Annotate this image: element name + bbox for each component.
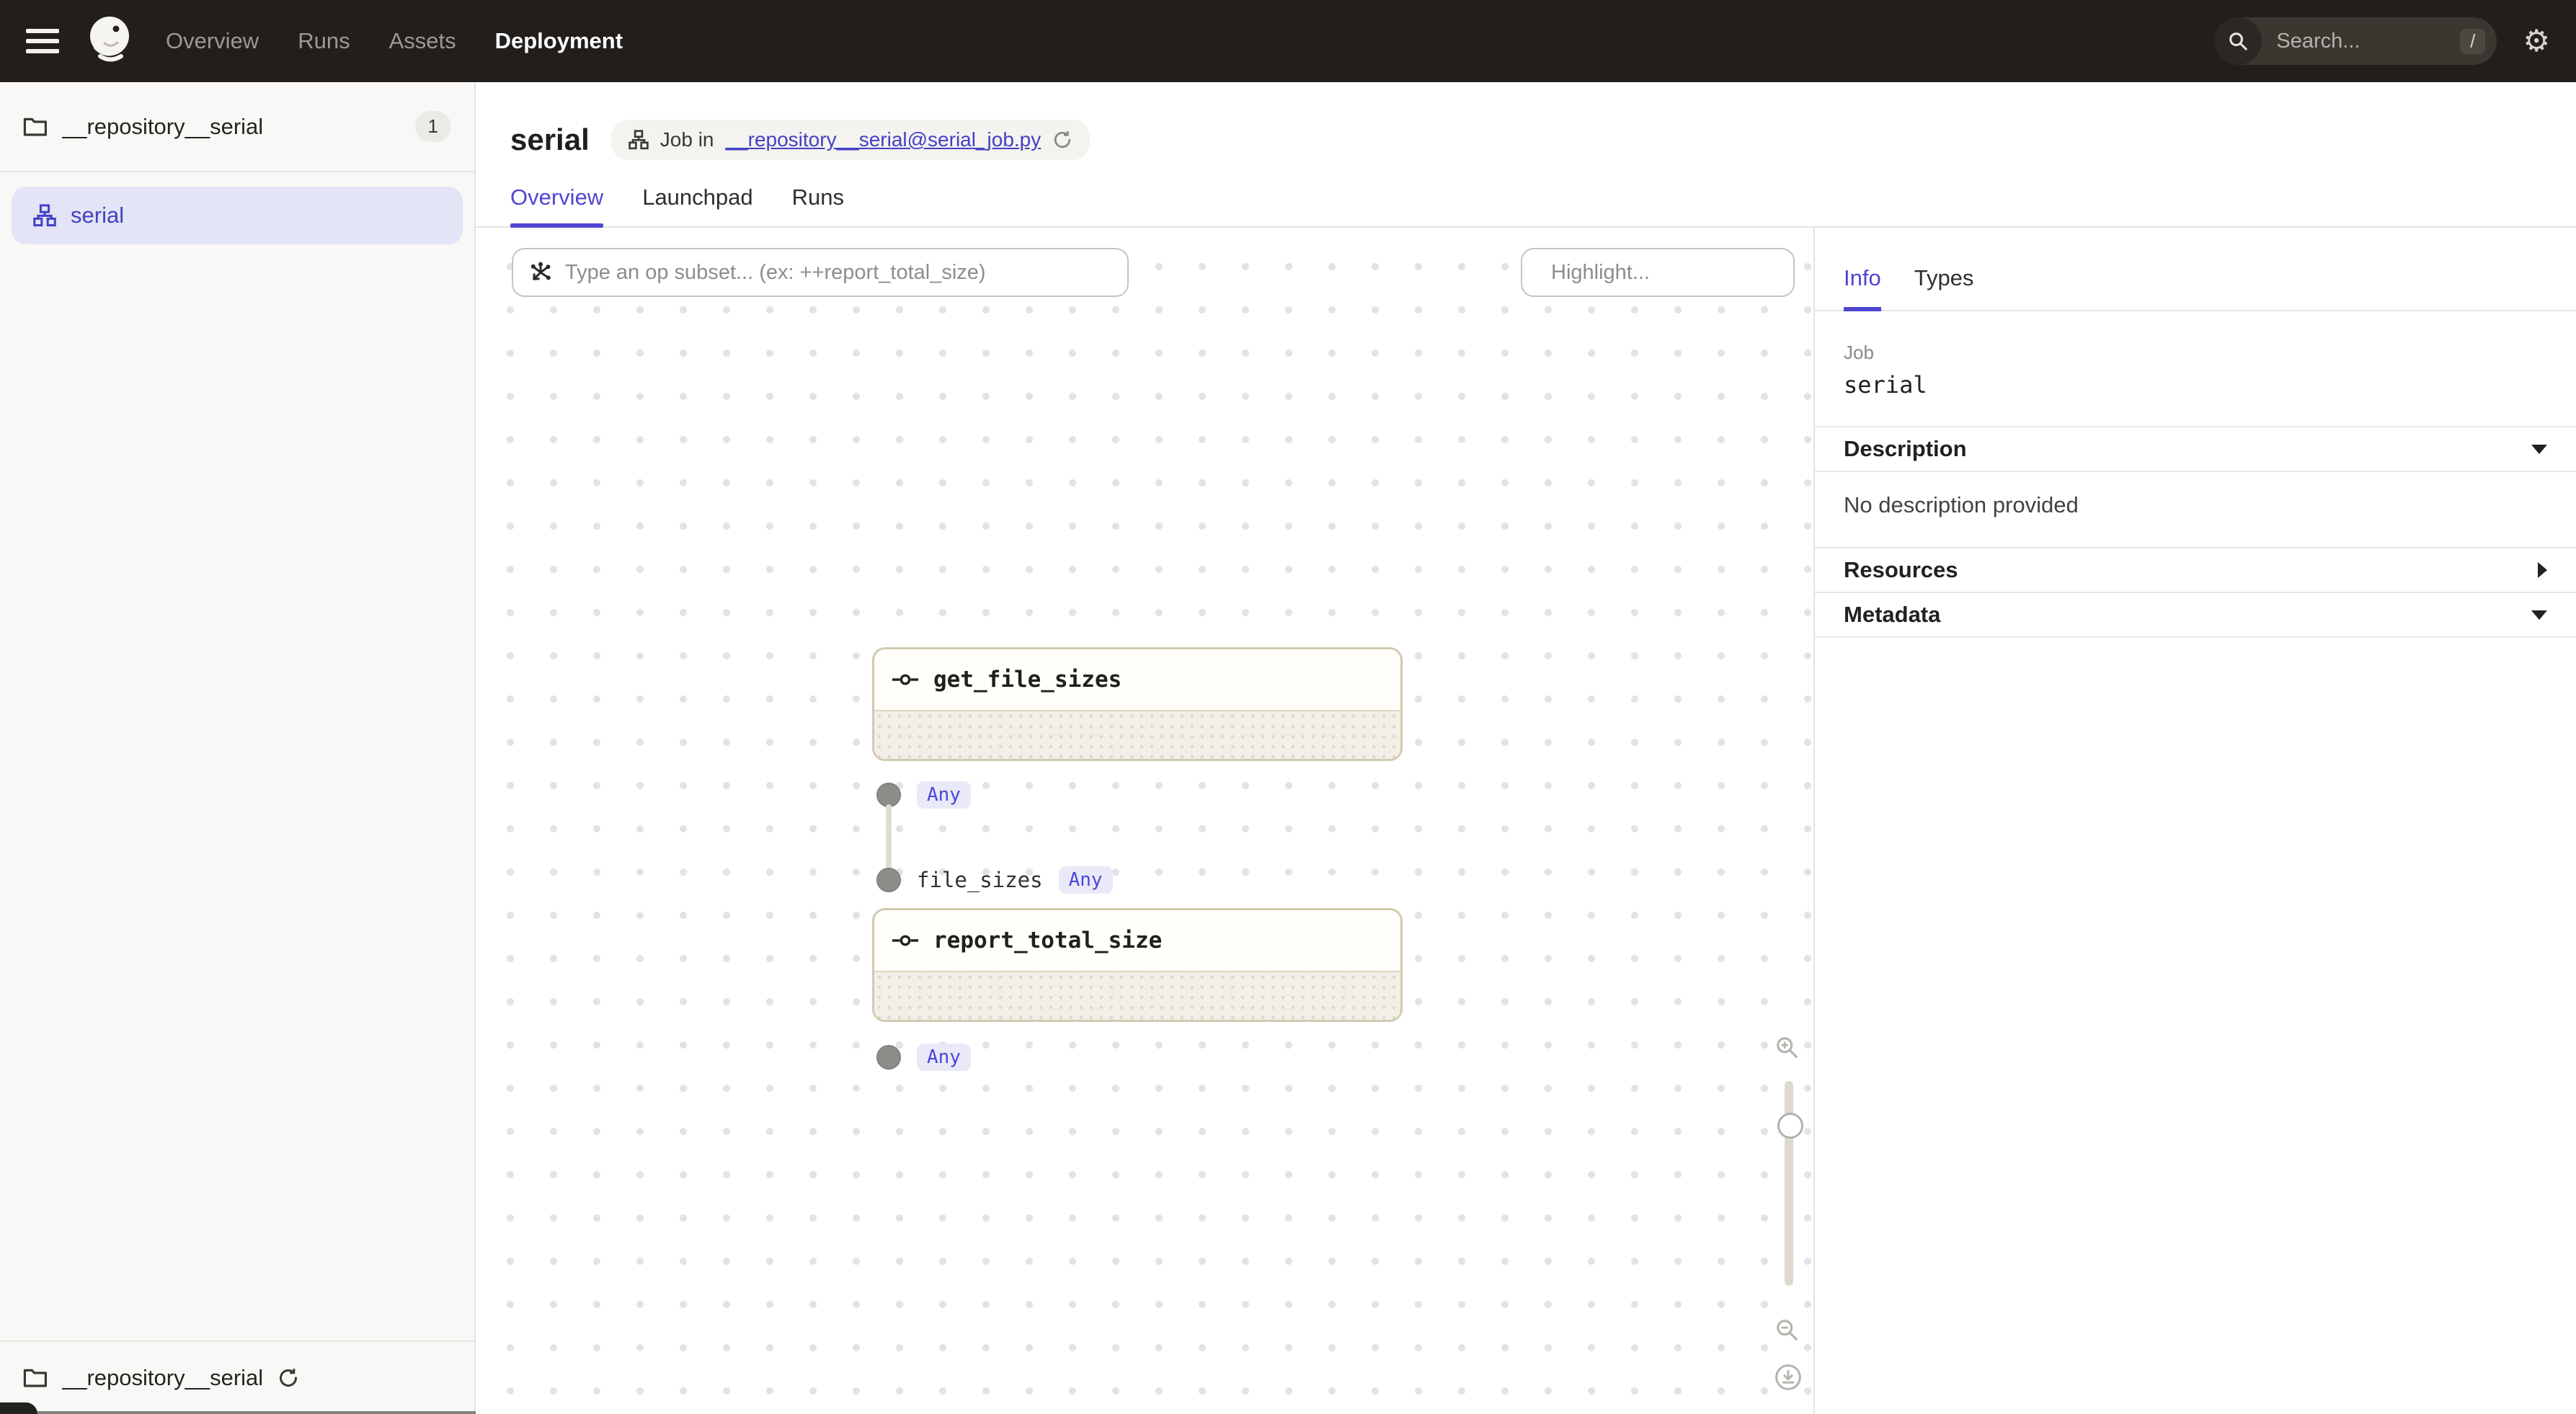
top-nav: Overview Runs Assets Deployment Search..… — [0, 0, 2576, 82]
folder-icon — [23, 116, 48, 138]
job-value: serial — [1844, 371, 2547, 399]
graph-canvas[interactable]: get_file_sizes Any file_sizes An — [476, 228, 1813, 1414]
active-tab-indicator — [1844, 307, 1881, 311]
caret-down-icon — [2531, 445, 2547, 454]
sidebar: __repository__serial 1 serial __reposito… — [0, 82, 476, 1414]
job-file-link[interactable]: __repository__serial@serial_job.py — [725, 128, 1041, 151]
op-selector-icon — [529, 261, 552, 284]
job-tag-prefix: Job in — [660, 128, 714, 151]
dagster-logo-icon[interactable] — [82, 12, 140, 70]
op-name: get_file_sizes — [933, 667, 1122, 693]
description-body: No description provided — [1815, 471, 2576, 547]
zoom-in-icon[interactable] — [1775, 1035, 1799, 1059]
sidebar-footer-repository[interactable]: __repository__serial — [0, 1340, 474, 1414]
search-placeholder: Search... — [2276, 30, 2460, 53]
job-origin-tag: Job in __repository__serial@serial_job.p… — [611, 120, 1090, 160]
section-resources[interactable]: Resources — [1815, 547, 2576, 592]
download-image-icon[interactable] — [1775, 1364, 1802, 1391]
tab-runs[interactable]: Runs — [792, 174, 844, 226]
reload-icon[interactable] — [277, 1367, 299, 1389]
menu-icon[interactable] — [26, 29, 59, 53]
tab-launchpad[interactable]: Launchpad — [642, 174, 752, 226]
op-node-body — [874, 711, 1400, 759]
main-column: serial Job in __repository__serial@seria… — [476, 82, 2576, 1414]
highlight-input[interactable] — [1551, 261, 1813, 285]
section-description[interactable]: Description — [1815, 426, 2576, 471]
page-header: serial Job in __repository__serial@seria… — [476, 82, 2576, 174]
toast-edge — [0, 1411, 476, 1414]
settings-gear-icon[interactable]: ⚙ — [2523, 26, 2550, 56]
dagster-app: Overview Runs Assets Deployment Search..… — [0, 0, 2576, 1414]
zoom-slider-track[interactable] — [1785, 1081, 1793, 1286]
type-badge[interactable]: Any — [917, 781, 971, 809]
nav-link-runs[interactable]: Runs — [298, 28, 350, 54]
op-subset-field — [512, 248, 1129, 297]
output-port[interactable] — [876, 783, 901, 807]
page-title: serial — [510, 123, 590, 157]
panel-tab-types[interactable]: Types — [1914, 265, 1974, 310]
nav-links: Overview Runs Assets Deployment — [166, 28, 623, 54]
search-icon — [2214, 17, 2262, 65]
job-label: Job — [1844, 342, 2547, 364]
reload-icon[interactable] — [1052, 130, 1072, 150]
caret-right-icon — [2538, 562, 2547, 578]
info-panel: Info Types Job serial Description No des… — [1813, 228, 2576, 1414]
tab-overview[interactable]: Overview — [510, 174, 603, 226]
input-port-row: file_sizes Any — [876, 866, 1113, 894]
op-node-get-file-sizes[interactable]: get_file_sizes — [872, 647, 1403, 761]
job-icon — [629, 130, 649, 150]
panel-tabs: Info Types — [1815, 228, 2576, 311]
highlight-field — [1521, 248, 1795, 297]
job-count-badge: 1 — [415, 111, 451, 142]
op-node-report-total-size[interactable]: report_total_size — [872, 908, 1403, 1022]
caret-down-icon — [2531, 610, 2547, 620]
nav-link-overview[interactable]: Overview — [166, 28, 259, 54]
footer-repository-name: __repository__serial — [62, 1365, 263, 1391]
zoom-slider-handle[interactable] — [1777, 1113, 1803, 1139]
op-icon — [892, 933, 919, 948]
type-badge[interactable]: Any — [1059, 866, 1113, 894]
panel-tab-info[interactable]: Info — [1844, 265, 1881, 310]
job-info-block: Job serial — [1815, 311, 2576, 426]
input-port-name: file_sizes — [917, 868, 1043, 892]
nav-link-assets[interactable]: Assets — [389, 28, 456, 54]
job-tabs: Overview Launchpad Runs — [476, 174, 2576, 228]
job-icon — [33, 204, 56, 227]
repository-name: __repository__serial — [62, 114, 401, 140]
nav-link-deployment[interactable]: Deployment — [495, 28, 623, 54]
output-port[interactable] — [876, 1045, 901, 1070]
global-search-button[interactable]: Search... / — [2214, 17, 2497, 65]
op-subset-input[interactable] — [565, 261, 1111, 285]
output-port-row: Any — [876, 1044, 971, 1071]
op-icon — [892, 672, 919, 687]
zoom-out-icon[interactable] — [1775, 1317, 1799, 1342]
repository-header[interactable]: __repository__serial 1 — [0, 82, 474, 172]
sidebar-item-label: serial — [71, 203, 124, 228]
input-port[interactable] — [876, 868, 901, 892]
type-badge[interactable]: Any — [917, 1044, 971, 1071]
folder-icon — [23, 1367, 48, 1389]
search-shortcut-key: / — [2460, 29, 2485, 54]
op-node-body — [874, 972, 1400, 1020]
content-row: get_file_sizes Any file_sizes An — [476, 228, 2576, 1414]
op-name: report_total_size — [933, 928, 1162, 953]
sidebar-item-serial[interactable]: serial — [12, 187, 463, 244]
section-metadata[interactable]: Metadata — [1815, 592, 2576, 638]
body-row: __repository__serial 1 serial __reposito… — [0, 82, 2576, 1414]
toast-corner — [0, 1402, 37, 1414]
